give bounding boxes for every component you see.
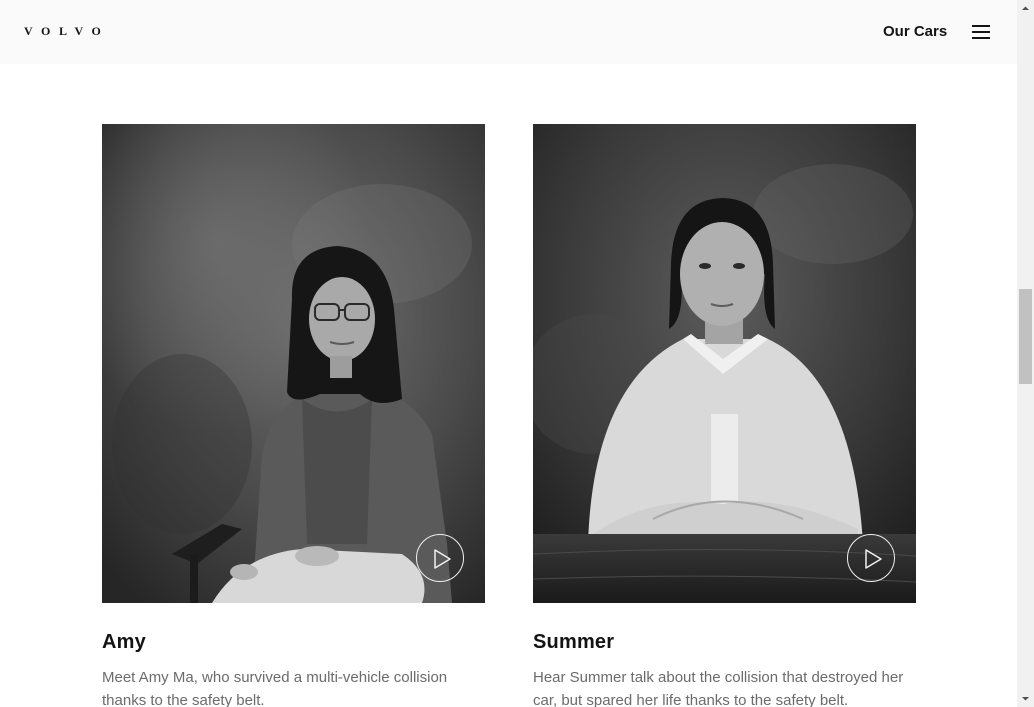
arrow-up-icon[interactable] xyxy=(1017,0,1034,17)
portrait-image-summer[interactable] xyxy=(533,124,916,603)
card-description: Hear Summer talk about the collision tha… xyxy=(533,669,904,707)
play-icon xyxy=(434,549,451,569)
our-cars-link[interactable]: Our Cars xyxy=(883,23,947,40)
hamburger-menu-icon[interactable] xyxy=(970,23,992,41)
card-title: Summer xyxy=(533,631,615,653)
portrait-photo xyxy=(102,124,485,603)
portrait-image-amy[interactable] xyxy=(102,124,485,603)
story-card-amy[interactable]: Amy Meet Amy Ma, who survived a multi-ve… xyxy=(102,124,485,707)
story-card-summer[interactable]: Summer Hear Summer talk about the collis… xyxy=(533,124,916,707)
card-description: Meet Amy Ma, who survived a multi-vehicl… xyxy=(102,669,448,707)
page: Amy Meet Amy Ma, who survived a multi-ve… xyxy=(0,0,1017,707)
volvo-logo[interactable]: VOLVO xyxy=(24,24,109,39)
page-scrollbar[interactable] xyxy=(1017,0,1034,707)
arrow-down-icon[interactable] xyxy=(1017,690,1034,707)
scrollbar-thumb[interactable] xyxy=(1019,289,1032,384)
portrait-photo xyxy=(533,124,916,603)
play-video-button[interactable] xyxy=(416,534,464,582)
site-header: VOLVO Our Cars xyxy=(0,0,1017,64)
play-video-button[interactable] xyxy=(847,534,895,582)
play-icon xyxy=(865,549,882,569)
card-title: Amy xyxy=(102,631,146,653)
